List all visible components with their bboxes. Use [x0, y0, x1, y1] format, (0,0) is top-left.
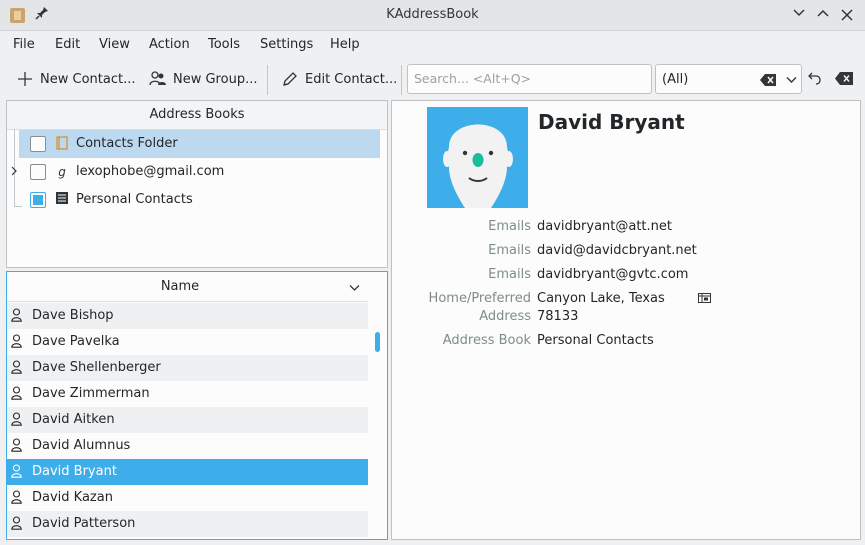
address-book-icon [54, 192, 70, 208]
minimize-button[interactable] [789, 5, 809, 25]
contact-name-label: Dave Bishop [32, 308, 114, 323]
person-icon [11, 438, 25, 454]
contact-list: Name Dave Bishop Dave Pavelka Dave Shellen… [6, 271, 388, 540]
email-link[interactable]: davidbryant@gvtc.com [537, 266, 688, 284]
menu-edit[interactable]: Edit [55, 37, 80, 52]
undo-icon[interactable] [808, 71, 822, 89]
address-book-value: Personal Contacts [537, 333, 654, 348]
map-icon[interactable] [698, 292, 711, 307]
window-title: KAddressBook [386, 7, 479, 22]
person-icon [11, 464, 25, 480]
new-contact-button[interactable]: New Contact... [16, 67, 135, 91]
name-column-header[interactable]: Name [7, 272, 368, 302]
google-icon: g [58, 165, 66, 179]
address-value: Canyon Lake, Texas [537, 291, 665, 306]
contact-photo [427, 107, 528, 208]
contact-name-label: David Kazan [32, 490, 113, 505]
person-icon [11, 412, 25, 428]
address-books-header[interactable]: Address Books [7, 101, 387, 130]
menu-help[interactable]: Help [330, 37, 360, 52]
contact-list-item[interactable]: David Alumnus [7, 433, 368, 459]
edit-contact-button[interactable]: Edit Contact... [281, 67, 397, 91]
person-icon [11, 360, 25, 376]
folder-icon [54, 136, 70, 152]
field-label: Address [479, 309, 531, 324]
contact-name-label: David Patterson [32, 516, 136, 531]
sort-chevron-icon[interactable] [349, 281, 360, 296]
field-label: Address Book [442, 333, 531, 348]
contact-list-item[interactable]: David Aitken [7, 407, 368, 433]
address-book-item[interactable]: g lexophobe@gmail.com [0, 158, 380, 186]
contact-name-label: David Bryant [32, 464, 117, 479]
field-label: Emails [488, 267, 531, 282]
menu-file[interactable]: File [13, 37, 35, 52]
new-group-label: New Group... [173, 71, 258, 87]
new-contact-label: New Contact... [40, 71, 136, 87]
contact-name-label: David Aitken [32, 412, 115, 427]
contact-name-label: Dave Shellenberger [32, 360, 161, 375]
menu-settings[interactable]: Settings [260, 37, 313, 52]
toolbar-separator [267, 65, 268, 95]
contact-list-item[interactable]: Dave Zimmerman [7, 381, 368, 407]
plus-icon [16, 70, 34, 88]
menu-view[interactable]: View [99, 37, 130, 52]
clear-search-icon[interactable] [835, 72, 853, 89]
address-book-label: Personal Contacts [76, 192, 193, 207]
contact-list-item[interactable]: David Bryant [7, 459, 368, 485]
address-book-item[interactable]: Contacts Folder [19, 130, 380, 158]
clear-filter-icon[interactable] [760, 74, 776, 90]
edit-contact-label: Edit Contact... [305, 71, 398, 87]
title-bar: KAddressBook [0, 0, 865, 31]
menu-tools[interactable]: Tools [208, 37, 240, 52]
name-column-label: Name [160, 279, 200, 294]
address-book-checkbox[interactable] [30, 136, 46, 152]
contact-list-item[interactable]: David Patterson [7, 511, 368, 537]
filter-value: (All) [662, 72, 689, 87]
contact-list-item[interactable]: David Kazan [7, 485, 368, 511]
chevron-right-icon[interactable] [6, 164, 22, 180]
scrollbar-thumb[interactable] [375, 332, 380, 352]
field-label: Emails [488, 243, 531, 258]
email-link[interactable]: davidbryant@att.net [537, 218, 672, 236]
chevron-down-icon[interactable] [786, 73, 797, 88]
address-value: 78133 [537, 309, 579, 324]
toolbar-separator [401, 65, 402, 95]
filter-combobox[interactable]: (All) [655, 64, 802, 94]
contact-list-item[interactable]: Dave Pavelka [7, 329, 368, 355]
maximize-button[interactable] [813, 5, 833, 25]
contact-details: David Bryant Emails davidbryant@att.net … [391, 100, 861, 540]
menu-bar: File Edit View Action Tools Settings Hel… [0, 31, 865, 59]
group-icon [149, 70, 167, 88]
address-book-label: Contacts Folder [76, 136, 178, 151]
address-book-label: lexophobe@gmail.com [76, 164, 225, 179]
person-icon [11, 334, 25, 350]
search-input[interactable]: Search... <Alt+Q> [407, 64, 652, 94]
contact-name: David Bryant [538, 110, 685, 134]
address-book-item[interactable]: Personal Contacts [0, 186, 380, 214]
menu-action[interactable]: Action [149, 37, 190, 52]
person-icon [11, 516, 25, 532]
email-link[interactable]: david@davidcbryant.net [537, 242, 697, 260]
field-label: Home/Preferred [428, 291, 531, 306]
contact-list-item[interactable]: Dave Shellenberger [7, 355, 368, 381]
pencil-icon [281, 70, 299, 88]
person-icon [11, 386, 25, 402]
address-book-checkbox[interactable] [30, 192, 46, 208]
close-button[interactable] [837, 5, 857, 25]
field-label: Emails [488, 219, 531, 234]
contact-list-item[interactable]: Dave Bishop [7, 303, 368, 329]
contact-name-label: David Alumnus [32, 438, 131, 453]
person-icon [11, 308, 25, 324]
new-group-button[interactable]: New Group... [149, 67, 257, 91]
address-book-checkbox[interactable] [30, 164, 46, 180]
person-icon [11, 490, 25, 506]
contact-name-label: Dave Zimmerman [32, 386, 150, 401]
contact-name-label: Dave Pavelka [32, 334, 120, 349]
